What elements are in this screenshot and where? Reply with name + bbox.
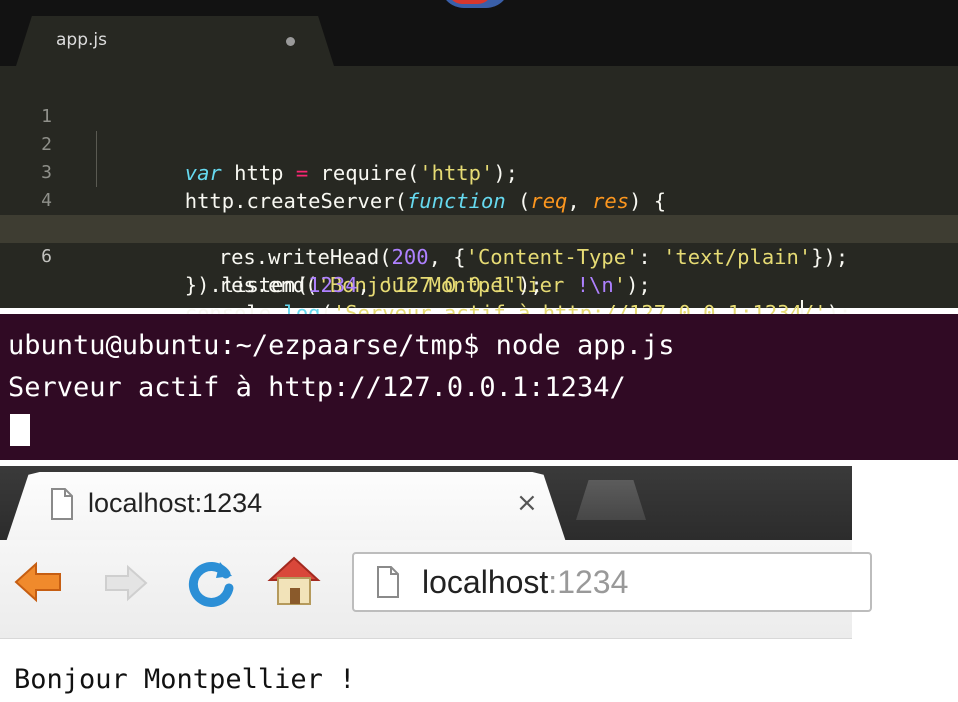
url-text[interactable]: localhost:1234 xyxy=(422,564,628,601)
back-arrow-icon[interactable] xyxy=(12,558,64,606)
string-literal: 'text/plain' xyxy=(663,245,812,269)
code-line[interactable]: 2 http.createServer(function (req, res) … xyxy=(0,103,958,213)
browser-toolbar: localhost:1234 xyxy=(0,540,872,639)
terminal[interactable]: ubuntu@ubuntu:~/ezpaarse/tmp$ node app.j… xyxy=(0,314,958,460)
reload-icon[interactable] xyxy=(186,558,236,608)
line-number: 6 xyxy=(41,246,52,267)
code-text: }); xyxy=(811,245,849,269)
code-line-current[interactable]: 6 console.log('Serveur actif à http://12… xyxy=(0,215,958,325)
page-body-text: Bonjour Montpellier ! xyxy=(14,664,356,695)
page-icon xyxy=(377,566,399,598)
browser-tab-bar: localhost:1234 × xyxy=(0,466,852,542)
code-line[interactable]: 4 res.end('Bonjour Montpellier !\n'); xyxy=(0,159,958,297)
code-line[interactable]: 3 res.writeHead(200, {'Content-Type': 't… xyxy=(0,131,958,269)
browser-tab-title[interactable]: localhost:1234 xyxy=(88,488,262,519)
forward-arrow-icon[interactable] xyxy=(102,562,150,604)
code-line[interactable]: 5 }).listen(1234, '127.0.0.1'); xyxy=(0,187,958,297)
editor-tab-label[interactable]: app.js xyxy=(56,30,107,50)
terminal-command-line: ubuntu@ubuntu:~/ezpaarse/tmp$ node app.j… xyxy=(8,330,675,361)
code-editor: app.js 1 var http = require('http'); 2 h… xyxy=(0,0,958,325)
code-area[interactable]: 1 var http = require('http'); 2 http.cre… xyxy=(0,75,958,325)
url-host: localhost xyxy=(422,564,549,600)
terminal-output-line: Serveur actif à http://127.0.0.1:1234/ xyxy=(8,372,626,403)
indent-guide xyxy=(96,159,97,187)
terminal-cursor xyxy=(10,414,30,446)
page-icon xyxy=(51,488,73,520)
logo-fragment xyxy=(440,0,510,8)
unsaved-dot-icon[interactable] xyxy=(286,37,295,46)
editor-tab-strip: app.js xyxy=(0,0,958,66)
browser-window: localhost:1234 × localhost:1234 xyxy=(0,466,872,639)
close-tab-button[interactable]: × xyxy=(516,488,538,518)
code-line[interactable]: 1 var http = require('http'); xyxy=(0,75,958,185)
indent-guide xyxy=(96,131,97,159)
new-tab-button[interactable] xyxy=(576,480,646,520)
home-icon[interactable] xyxy=(266,552,322,608)
url-port: :1234 xyxy=(548,564,629,600)
address-bar[interactable]: localhost:1234 xyxy=(352,552,872,612)
